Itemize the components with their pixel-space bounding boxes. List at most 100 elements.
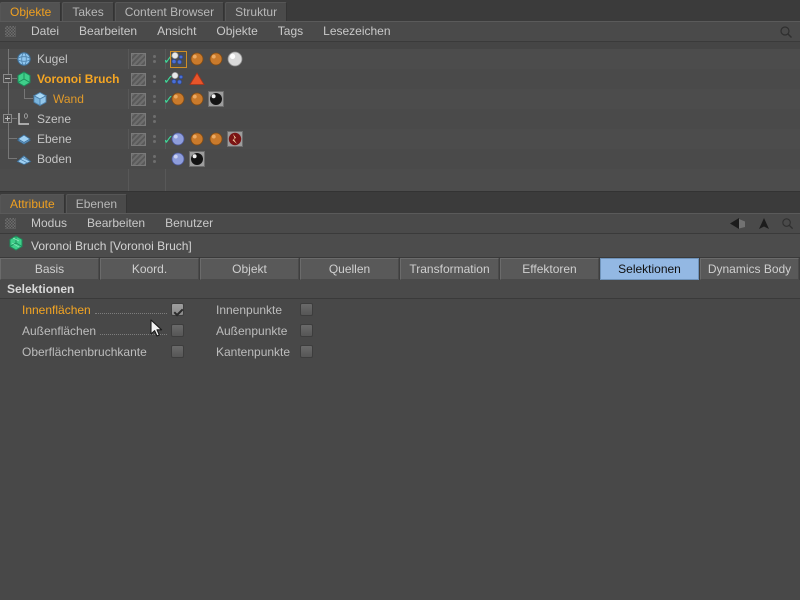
tree-gutter: [0, 109, 17, 129]
object-row-label[interactable]: Kugel: [37, 52, 68, 66]
dots-grip-icon[interactable]: [5, 26, 16, 37]
material-black-sphere-tag[interactable]: [208, 90, 225, 108]
object-row[interactable]: Wand ✓: [0, 89, 800, 109]
checkbox-außenpunkte[interactable]: [300, 324, 313, 337]
material-orange-tag[interactable]: [208, 51, 225, 68]
visibility-dots-icon[interactable]: [153, 55, 156, 63]
floor-object-icon[interactable]: [16, 151, 32, 167]
tab-content-browser[interactable]: Content Browser: [114, 2, 225, 21]
visibility-hatch-icon[interactable]: [131, 112, 146, 126]
material-black-sphere-tag[interactable]: [189, 150, 206, 168]
tab-objekte[interactable]: Objekte: [0, 2, 62, 21]
object-row[interactable]: Kugel ✓: [0, 49, 800, 69]
menu-item-bearbeiten[interactable]: Bearbeiten: [69, 21, 147, 42]
property-tab-quellen[interactable]: Quellen: [300, 258, 399, 280]
material-orange-tag[interactable]: [189, 131, 206, 148]
menu-item-objekte[interactable]: Objekte: [206, 21, 267, 42]
object-row-label[interactable]: Ebene: [37, 132, 72, 146]
material-white-sphere-tag[interactable]: [227, 51, 244, 68]
object-row[interactable]: Voronoi Bruch ✓: [0, 69, 800, 89]
property-tab-basis[interactable]: Basis: [0, 258, 99, 280]
property-tab-selektionen[interactable]: Selektionen: [600, 258, 699, 280]
menu-item-bearbeiten[interactable]: Bearbeiten: [77, 213, 155, 234]
checkbox-innenflächen[interactable]: [171, 303, 184, 316]
visibility-dots-icon[interactable]: [153, 75, 156, 83]
attribute-nav-controls: [729, 216, 794, 236]
collapse-toggle-icon[interactable]: [3, 74, 12, 83]
object-row[interactable]: Ebene ✓: [0, 129, 800, 149]
object-row-label[interactable]: Boden: [37, 152, 72, 166]
visibility-dots-icon[interactable]: [153, 95, 156, 103]
arrow-back-icon[interactable]: [729, 216, 747, 236]
visibility-dots-icon[interactable]: [153, 115, 156, 123]
object-row-controls: [131, 149, 156, 169]
object-row-label[interactable]: Voronoi Bruch: [37, 72, 119, 86]
material-orange-tag[interactable]: [208, 131, 225, 148]
object-row-controls: ✓: [131, 69, 174, 89]
menu-item-datei[interactable]: Datei: [21, 21, 69, 42]
menu-item-lesezeichen[interactable]: Lesezeichen: [313, 21, 400, 42]
menu-item-benutzer[interactable]: Benutzer: [155, 213, 223, 234]
attribute-object-title: Voronoi Bruch [Voronoi Bruch]: [0, 234, 800, 258]
object-row[interactable]: 0 Szene: [0, 109, 800, 129]
cube-object-icon[interactable]: [32, 91, 48, 107]
dots-grip-icon[interactable]: [5, 218, 16, 229]
material-orange-tag[interactable]: [189, 51, 206, 68]
menu-item-tags[interactable]: Tags: [268, 21, 313, 42]
selektionen-group-header: Selektionen: [0, 280, 800, 299]
expand-toggle-icon[interactable]: [3, 114, 12, 123]
property-tab-effektoren[interactable]: Effektoren: [500, 258, 599, 280]
voronoi-fracture-tag[interactable]: [170, 50, 187, 68]
field-leader: [94, 305, 167, 314]
tab-takes[interactable]: Takes: [62, 2, 114, 21]
red-triangle-tag[interactable]: [189, 71, 206, 88]
checkbox-oberflächenbruchkante[interactable]: [171, 345, 184, 358]
visibility-dots-icon[interactable]: [153, 135, 156, 143]
dynamics-body-tag[interactable]: [227, 130, 244, 148]
visibility-hatch-icon[interactable]: [131, 152, 146, 166]
property-tab-dynamics-body[interactable]: Dynamics Body: [700, 258, 799, 280]
visibility-hatch-icon[interactable]: [131, 52, 146, 66]
menu-item-modus[interactable]: Modus: [21, 213, 77, 234]
property-tab-objekt[interactable]: Objekt: [200, 258, 299, 280]
field-label: Außenpunkte: [216, 323, 288, 338]
search-icon[interactable]: [781, 217, 794, 235]
field-innenpunkte: Innenpunkte: [216, 299, 313, 320]
tab-struktur[interactable]: Struktur: [225, 2, 288, 21]
svg-text:0: 0: [24, 114, 28, 121]
object-row-controls: ✓: [131, 49, 174, 69]
point-cluster-tag[interactable]: [170, 71, 187, 88]
object-manager-panel[interactable]: Kugel ✓ Voronoi Bruch ✓ Wand ✓ 0 Szene E…: [0, 49, 800, 192]
object-row-label[interactable]: Wand: [53, 92, 84, 106]
checkbox-kantenpunkte[interactable]: [300, 345, 313, 358]
tree-gutter: [0, 129, 17, 149]
checkbox-außenflächen[interactable]: [171, 324, 184, 337]
object-row[interactable]: Boden: [0, 149, 800, 169]
menu-item-ansicht[interactable]: Ansicht: [147, 21, 206, 42]
scene-layer-icon[interactable]: 0: [16, 111, 32, 127]
visibility-hatch-icon[interactable]: [131, 132, 146, 146]
voronoi-fracture-icon[interactable]: [16, 71, 32, 87]
tab-ebenen[interactable]: Ebenen: [65, 194, 128, 213]
field-leader: [100, 326, 167, 335]
plane-object-icon[interactable]: [16, 131, 32, 147]
material-blue-tag[interactable]: [170, 151, 187, 168]
object-row-label[interactable]: Szene: [37, 112, 71, 126]
material-blue-tag[interactable]: [170, 131, 187, 148]
property-tab-transformation[interactable]: Transformation: [400, 258, 499, 280]
search-icon[interactable]: [779, 25, 793, 39]
cinema4d-window: Objekte Takes Content Browser Struktur Date…: [0, 0, 800, 600]
field-label: Oberflächenbruchkante: [22, 344, 147, 359]
tree-gutter: [0, 49, 17, 69]
material-orange-tag[interactable]: [189, 91, 206, 108]
field-label: Außenflächen: [22, 323, 97, 338]
checkbox-innenpunkte[interactable]: [300, 303, 313, 316]
sphere-object-icon[interactable]: [16, 51, 32, 67]
material-orange-tag[interactable]: [170, 91, 187, 108]
visibility-hatch-icon[interactable]: [131, 92, 146, 106]
visibility-hatch-icon[interactable]: [131, 72, 146, 86]
property-tab-koord-[interactable]: Koord.: [100, 258, 199, 280]
visibility-dots-icon[interactable]: [153, 155, 156, 163]
tab-attribute[interactable]: Attribute: [0, 194, 65, 213]
arrow-up-icon[interactable]: [757, 216, 771, 236]
